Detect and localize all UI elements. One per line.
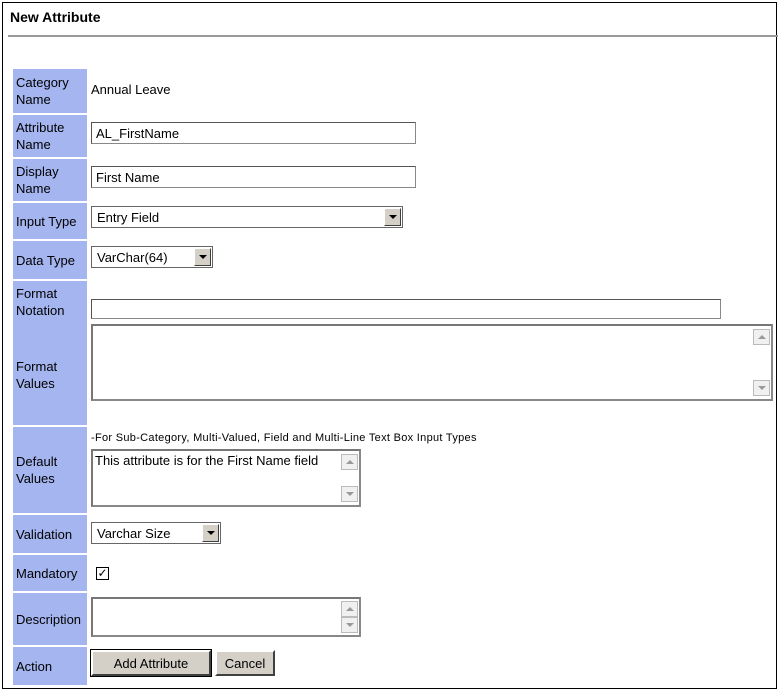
scroll-up-icon[interactable]: [753, 329, 770, 345]
description-textarea[interactable]: [91, 597, 361, 637]
category-name-value: Annual Leave: [91, 82, 171, 97]
label-format-notation: Format Notation: [13, 281, 87, 325]
label-input-type: Input Type: [13, 203, 87, 239]
scrollbar[interactable]: [753, 327, 770, 398]
format-notation-input[interactable]: [91, 299, 721, 319]
validation-select[interactable]: Varchar Size: [91, 522, 221, 544]
format-values-textarea[interactable]: [91, 324, 773, 401]
label-mandatory: Mandatory: [13, 555, 87, 591]
input-type-select[interactable]: Entry Field: [91, 206, 403, 228]
chevron-down-icon[interactable]: [202, 524, 219, 542]
attribute-name-input[interactable]: [91, 122, 416, 144]
label-format-values: Format Values: [13, 325, 87, 425]
chevron-down-icon[interactable]: [384, 208, 401, 226]
label-display-name: Display Name: [13, 159, 87, 201]
label-category-name: Category Name: [13, 69, 87, 113]
scroll-down-icon[interactable]: [341, 486, 358, 502]
validation-value: Varchar Size: [97, 526, 171, 541]
add-attribute-button[interactable]: Add Attribute: [90, 649, 212, 677]
label-attribute-name: Attribute Name: [13, 115, 87, 157]
label-action: Action: [13, 647, 87, 685]
form-frame: New Attribute Category Name Annual Leave…: [2, 2, 778, 689]
mandatory-checkbox[interactable]: ✓: [96, 567, 109, 580]
default-values-textarea[interactable]: This attribute is for the First Name fie…: [91, 449, 361, 507]
label-default-values: Default Values: [13, 427, 87, 513]
default-values-note: -For Sub-Category, Multi-Valued, Field a…: [91, 432, 477, 444]
scroll-up-icon[interactable]: [341, 454, 358, 470]
scroll-down-icon[interactable]: [753, 380, 770, 396]
label-data-type: Data Type: [13, 241, 87, 279]
cancel-button[interactable]: Cancel: [215, 650, 275, 676]
scroll-down-icon[interactable]: [341, 617, 358, 633]
divider: [8, 35, 778, 37]
label-validation: Validation: [13, 515, 87, 553]
input-type-value: Entry Field: [97, 210, 160, 225]
scrollbar[interactable]: [341, 600, 358, 634]
data-type-value: VarChar(64): [97, 250, 168, 265]
page-title: New Attribute: [10, 9, 101, 25]
display-name-input[interactable]: [91, 166, 416, 188]
scrollbar[interactable]: [341, 452, 358, 504]
chevron-down-icon[interactable]: [194, 248, 211, 266]
default-values-text: This attribute is for the First Name fie…: [95, 453, 319, 468]
data-type-select[interactable]: VarChar(64): [91, 246, 213, 268]
scroll-up-icon[interactable]: [341, 601, 358, 617]
label-description: Description: [13, 593, 87, 645]
checkmark-icon: ✓: [97, 566, 108, 580]
